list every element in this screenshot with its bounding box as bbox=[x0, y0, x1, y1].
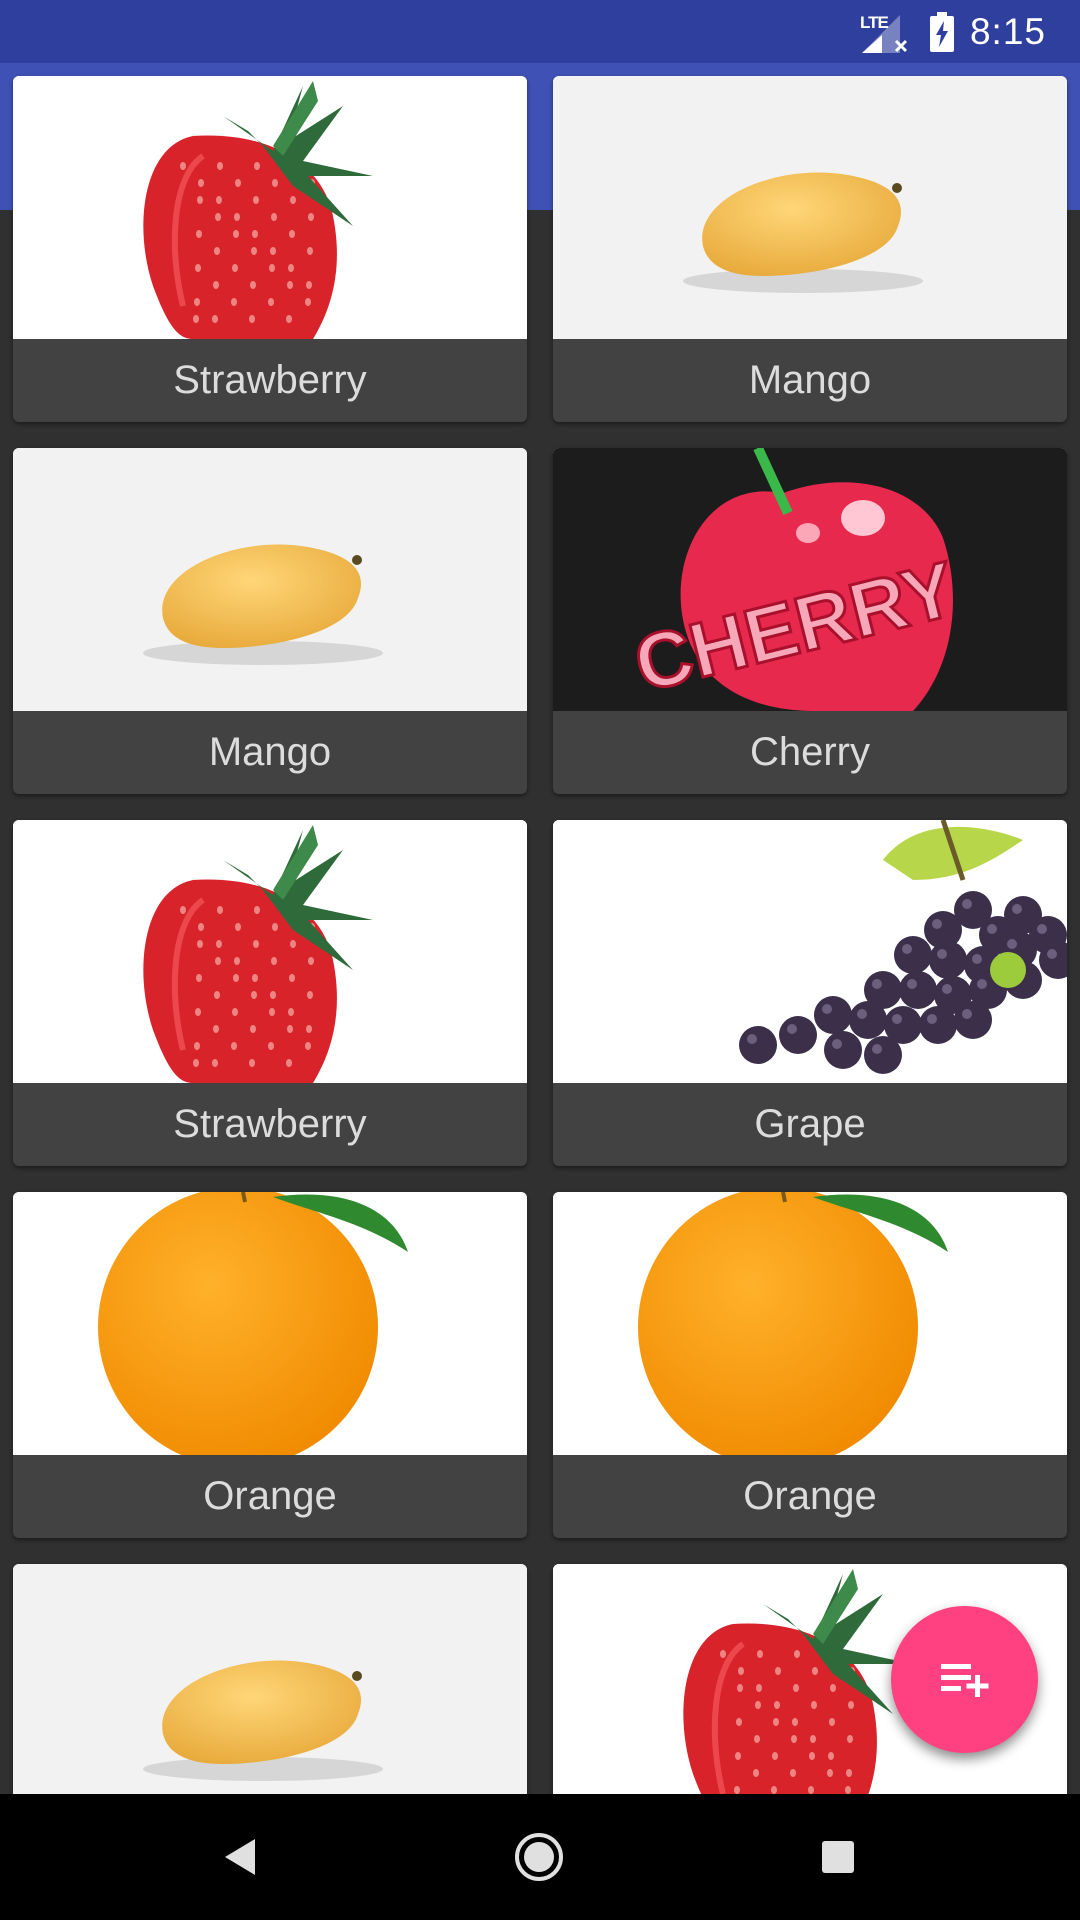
fruit-name: Strawberry bbox=[173, 358, 367, 402]
home-button[interactable] bbox=[506, 1824, 572, 1890]
fruit-name: Orange bbox=[743, 1474, 877, 1518]
fruit-grid[interactable]: Strawberry Mango Mango CHERRY Cherry Str… bbox=[0, 0, 1080, 1794]
back-icon bbox=[225, 1839, 255, 1875]
orange-image bbox=[13, 1192, 527, 1455]
fruit-name: Orange bbox=[203, 1474, 337, 1518]
fruit-card[interactable]: Strawberry bbox=[13, 820, 527, 1166]
fruit-card[interactable]: Strawberry bbox=[13, 76, 527, 422]
fruit-name: Strawberry bbox=[173, 1102, 367, 1146]
fruit-name: Grape bbox=[754, 1102, 866, 1146]
strawberry-image bbox=[13, 820, 527, 1083]
screen: LTE 8:15 Strawberry Mango Mango CHERRY C… bbox=[0, 0, 1080, 1920]
fruit-card[interactable]: Mango bbox=[553, 76, 1067, 422]
recents-icon bbox=[822, 1841, 854, 1873]
cherry-image: CHERRY bbox=[553, 448, 1067, 711]
mango-image bbox=[13, 1564, 527, 1794]
fruit-name: Cherry bbox=[749, 730, 871, 774]
fruit-card[interactable]: Orange bbox=[553, 1192, 1067, 1538]
mango-image bbox=[553, 76, 1067, 339]
playlist-add-icon bbox=[940, 1663, 988, 1697]
grape-image bbox=[553, 820, 1067, 1083]
fruit-card[interactable] bbox=[13, 1564, 527, 1794]
add-to-list-fab[interactable] bbox=[891, 1606, 1038, 1753]
strawberry-image bbox=[13, 76, 527, 339]
navigation-bar bbox=[0, 1794, 1080, 1920]
back-button[interactable] bbox=[208, 1824, 274, 1890]
fruit-card[interactable]: Orange bbox=[13, 1192, 527, 1538]
fruit-card[interactable]: Grape bbox=[553, 820, 1067, 1166]
fruit-card[interactable]: Mango bbox=[13, 448, 527, 794]
fruit-name: Mango bbox=[748, 358, 872, 402]
fruit-card[interactable]: CHERRY Cherry bbox=[553, 448, 1067, 794]
home-icon bbox=[515, 1833, 563, 1881]
fruit-name: Mango bbox=[208, 730, 332, 774]
mango-image bbox=[13, 448, 527, 711]
orange-image bbox=[553, 1192, 1067, 1455]
recents-button[interactable] bbox=[805, 1824, 871, 1890]
